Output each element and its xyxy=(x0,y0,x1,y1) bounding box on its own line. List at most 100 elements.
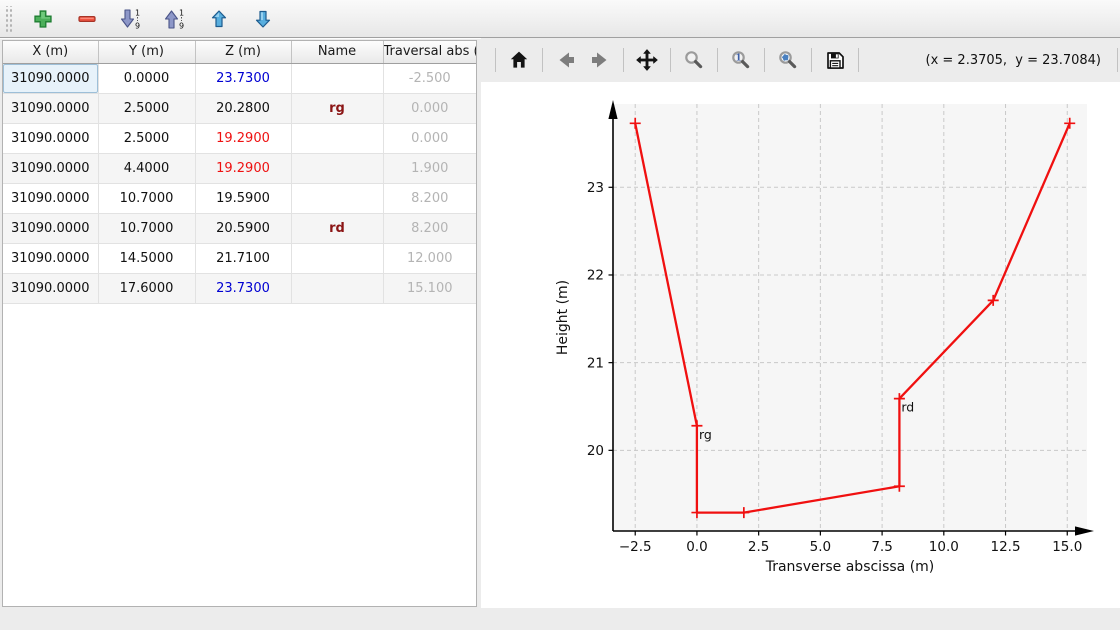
save-button[interactable] xyxy=(820,45,850,75)
x-tick-label: 15.0 xyxy=(1052,539,1082,555)
svg-text:9: 9 xyxy=(135,21,140,30)
zoom-one-to-one-icon: 1 xyxy=(730,49,752,71)
table-row: 31090.0000 2.5000 20.2800 rg 0.000 xyxy=(3,93,476,123)
table-row: 31090.0000 2.5000 19.2900 0.000 xyxy=(3,123,476,153)
cell-traversal-abs[interactable]: 8.200 xyxy=(383,213,476,243)
sort-ascending-1-9-icon: 1 9 xyxy=(163,7,187,31)
svg-text:1: 1 xyxy=(135,8,140,17)
table-row: 31090.0000 17.6000 23.7300 15.100 xyxy=(3,273,476,303)
cell-y[interactable]: 17.6000 xyxy=(98,273,195,303)
cell-y[interactable]: 14.5000 xyxy=(98,243,195,273)
x-tick-label: 0.0 xyxy=(686,539,707,555)
column-header-name[interactable]: Name xyxy=(291,41,383,63)
table-row: 31090.0000 10.7000 20.5900 rd 8.200 xyxy=(3,213,476,243)
svg-text:9: 9 xyxy=(179,21,184,30)
table-row: 31090.0000 0.0000 23.7300 -2.500 xyxy=(3,63,476,93)
cell-traversal-abs[interactable]: 1.900 xyxy=(383,153,476,183)
column-header-y[interactable]: Y (m) xyxy=(98,41,195,63)
cell-traversal-abs[interactable]: 12.000 xyxy=(383,243,476,273)
cell-z[interactable]: 23.7300 xyxy=(195,63,291,93)
x-tick-label: 7.5 xyxy=(871,539,892,555)
cell-y[interactable]: 10.7000 xyxy=(98,213,195,243)
cell-z[interactable]: 19.2900 xyxy=(195,153,291,183)
move-row-up-button[interactable] xyxy=(204,4,234,34)
cell-z[interactable]: 20.5900 xyxy=(195,213,291,243)
toolbar-separator xyxy=(542,48,543,72)
cell-y[interactable]: 10.7000 xyxy=(98,183,195,213)
zoom-button[interactable] xyxy=(679,45,709,75)
cell-x[interactable]: 31090.0000 xyxy=(3,123,98,153)
cell-z[interactable]: 20.2800 xyxy=(195,93,291,123)
toolbar-separator xyxy=(670,48,671,72)
cell-z[interactable]: 21.7100 xyxy=(195,243,291,273)
plot-toolbar: 1 (x = 2.3705, y = 23.70 xyxy=(481,38,1120,82)
cell-z[interactable]: 23.7300 xyxy=(195,273,291,303)
forward-button[interactable] xyxy=(585,45,615,75)
sort-descending-1-9-icon: 1 9 xyxy=(119,7,143,31)
cell-x[interactable]: 31090.0000 xyxy=(3,243,98,273)
pan-button[interactable] xyxy=(632,45,662,75)
cell-y[interactable]: 4.4000 xyxy=(98,153,195,183)
column-header-z[interactable]: Z (m) xyxy=(195,41,291,63)
y-tick-label: 23 xyxy=(587,180,604,196)
profile-plot-panel: −2.50.02.55.07.510.012.515.020212223Tran… xyxy=(481,38,1120,608)
move-row-down-button[interactable] xyxy=(248,4,278,34)
table-row: 31090.0000 14.5000 21.7100 12.000 xyxy=(3,243,476,273)
x-tick-label: 10.0 xyxy=(929,539,959,555)
points-table: X (m) Y (m) Z (m) Name Traversal abs (m)… xyxy=(3,41,476,304)
cell-x[interactable]: 31090.0000 xyxy=(3,183,98,213)
sort-descending-button[interactable]: 1 9 xyxy=(116,4,146,34)
y-tick-label: 20 xyxy=(587,443,604,459)
cell-traversal-abs[interactable]: 0.000 xyxy=(383,93,476,123)
point-annotation: rd xyxy=(901,400,914,415)
pan-icon xyxy=(635,48,659,72)
main-toolbar: 1 9 1 9 xyxy=(0,0,1120,38)
cell-traversal-abs[interactable]: -2.500 xyxy=(383,63,476,93)
x-axis-label: Transverse abscissa (m) xyxy=(765,559,935,575)
cell-z[interactable]: 19.5900 xyxy=(195,183,291,213)
x-tick-label: 12.5 xyxy=(991,539,1021,555)
cell-name[interactable] xyxy=(291,63,383,93)
zoom-icon xyxy=(683,49,705,71)
cell-x[interactable]: 31090.0000 xyxy=(3,213,98,243)
column-header-traversal-abs[interactable]: Traversal abs (m) xyxy=(383,41,476,63)
cell-z[interactable]: 19.2900 xyxy=(195,123,291,153)
zoom-selection-button[interactable] xyxy=(773,45,803,75)
y-tick-label: 22 xyxy=(587,268,604,284)
axes-background[interactable] xyxy=(613,104,1087,531)
cell-traversal-abs[interactable]: 8.200 xyxy=(383,183,476,213)
cell-traversal-abs[interactable]: 0.000 xyxy=(383,123,476,153)
column-header-x[interactable]: X (m) xyxy=(3,41,98,63)
save-icon xyxy=(824,49,846,71)
cell-y[interactable]: 2.5000 xyxy=(98,93,195,123)
profile-chart-canvas[interactable]: −2.50.02.55.07.510.012.515.020212223Tran… xyxy=(481,38,1120,608)
table-row: 31090.0000 10.7000 19.5900 8.200 xyxy=(3,183,476,213)
cell-x[interactable]: 31090.0000 xyxy=(3,63,98,93)
move-row-down-icon xyxy=(252,8,274,30)
cell-traversal-abs[interactable]: 15.100 xyxy=(383,273,476,303)
cell-name[interactable] xyxy=(291,123,383,153)
table-header-row: X (m) Y (m) Z (m) Name Traversal abs (m) xyxy=(3,41,476,63)
toolbar-drag-handle[interactable] xyxy=(4,6,12,32)
cell-x[interactable]: 31090.0000 xyxy=(3,273,98,303)
zoom-one-to-one-button[interactable]: 1 xyxy=(726,45,756,75)
svg-text:1: 1 xyxy=(735,54,741,64)
sort-ascending-button[interactable]: 1 9 xyxy=(160,4,190,34)
cell-name[interactable] xyxy=(291,243,383,273)
cell-name[interactable] xyxy=(291,273,383,303)
cell-y[interactable]: 0.0000 xyxy=(98,63,195,93)
cell-y[interactable]: 2.5000 xyxy=(98,123,195,153)
add-row-button[interactable] xyxy=(28,4,58,34)
cell-name[interactable] xyxy=(291,153,383,183)
cell-x[interactable]: 31090.0000 xyxy=(3,153,98,183)
toolbar-separator xyxy=(1117,48,1118,72)
table-row: 31090.0000 4.4000 19.2900 1.900 xyxy=(3,153,476,183)
home-button[interactable] xyxy=(504,45,534,75)
cell-name[interactable]: rd xyxy=(291,213,383,243)
cell-name[interactable]: rg xyxy=(291,93,383,123)
toolbar-separator xyxy=(811,48,812,72)
cell-x[interactable]: 31090.0000 xyxy=(3,93,98,123)
cell-name[interactable] xyxy=(291,183,383,213)
back-button[interactable] xyxy=(551,45,581,75)
remove-row-button[interactable] xyxy=(72,4,102,34)
